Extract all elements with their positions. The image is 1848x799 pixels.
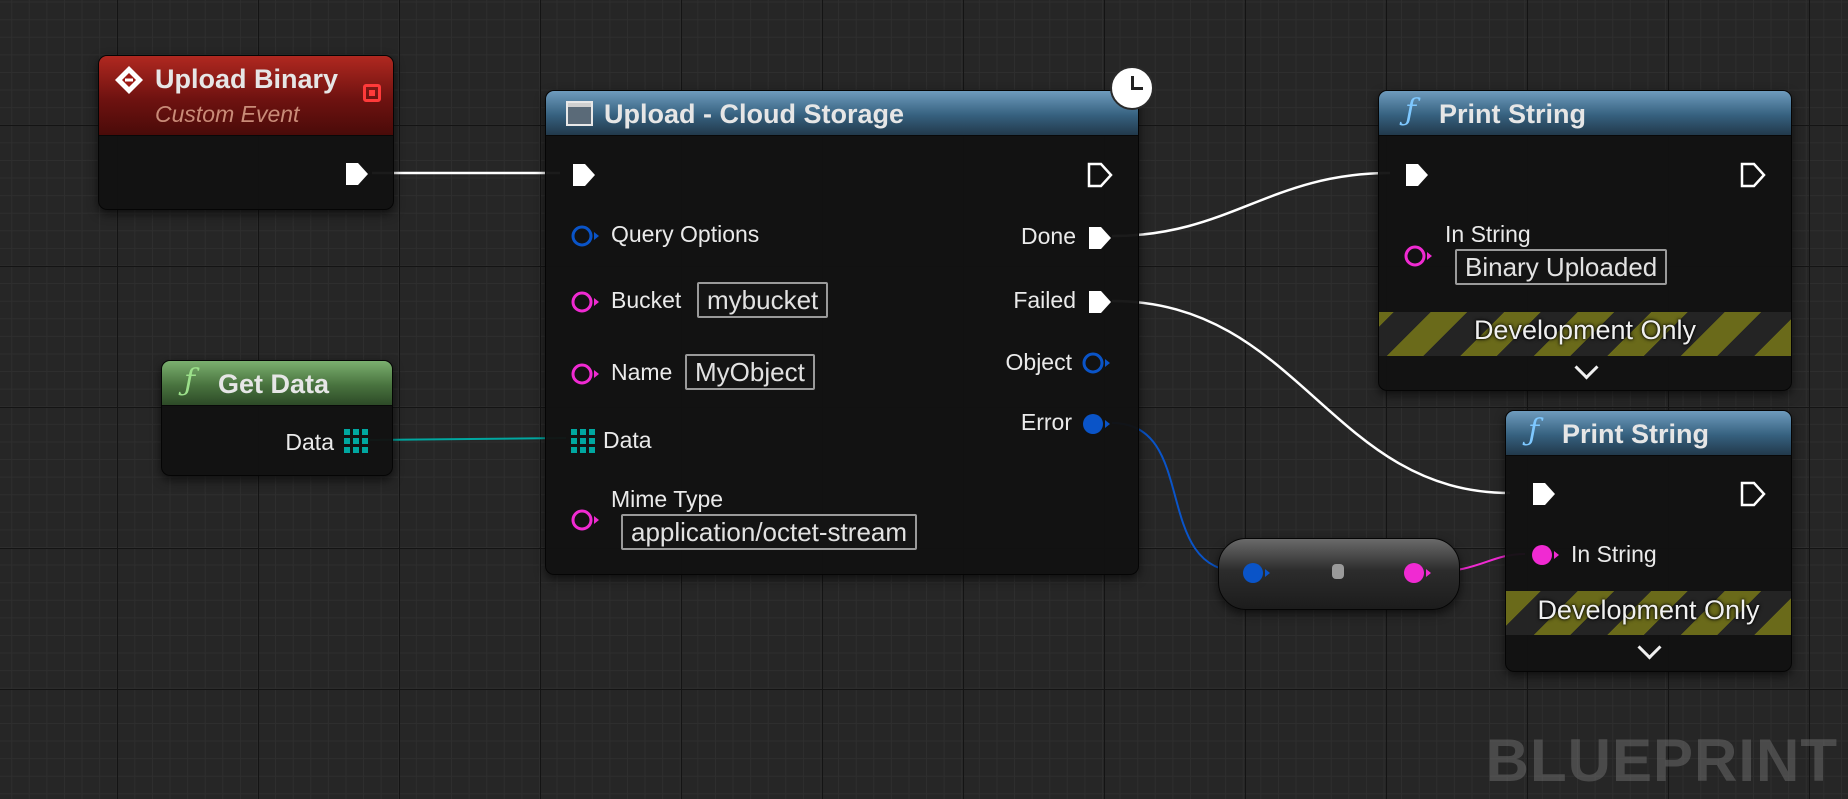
event-diamond-icon xyxy=(115,66,143,94)
node-window-icon xyxy=(566,101,593,126)
failed-exec-pin[interactable] xyxy=(1086,288,1114,316)
failed-label: Failed xyxy=(1013,287,1076,313)
object-pin[interactable] xyxy=(1081,351,1113,375)
in-string-pin[interactable] xyxy=(1403,244,1435,268)
bucket-label: Bucket xyxy=(611,287,682,313)
print-string-node-2[interactable]: ƒ Print String In String Development Onl… xyxy=(1505,410,1792,672)
exec-out-pin[interactable] xyxy=(1739,161,1767,189)
in-string-input[interactable]: Binary Uploaded xyxy=(1455,249,1668,285)
node-subtitle: Custom Event xyxy=(155,101,300,127)
name-label: Name xyxy=(611,359,673,385)
function-icon: ƒ xyxy=(1405,93,1417,128)
data-grid-out-pin[interactable] xyxy=(344,429,368,453)
data-input-label: Data xyxy=(603,427,652,453)
node-header[interactable]: Upload Binary Custom Event xyxy=(99,56,393,136)
development-only-label: Development Only xyxy=(1473,315,1697,345)
node-header[interactable]: Upload - Cloud Storage xyxy=(546,91,1138,136)
exec-in-pin[interactable] xyxy=(1403,161,1431,189)
node-header[interactable]: ƒ Print String xyxy=(1379,91,1791,136)
mime-type-label: Mime Type xyxy=(611,486,724,512)
print-string-node-1[interactable]: ƒ Print String In String Binary Uploaded… xyxy=(1378,90,1792,391)
conversion-node[interactable] xyxy=(1218,538,1460,610)
get-data-node[interactable]: ƒ Get Data Data xyxy=(161,360,393,476)
in-string-pin[interactable] xyxy=(1530,543,1562,567)
query-options-pin[interactable] xyxy=(570,224,602,248)
data-output-label: Data xyxy=(285,429,334,455)
node-header[interactable]: ƒ Get Data xyxy=(162,361,392,406)
function-icon: ƒ xyxy=(1528,413,1540,448)
bucket-pin[interactable] xyxy=(570,290,602,314)
chevron-down-icon[interactable] xyxy=(1574,355,1599,380)
error-pin[interactable] xyxy=(1081,412,1113,436)
done-exec-pin[interactable] xyxy=(1086,224,1114,252)
node-title: Get Data xyxy=(218,369,330,399)
conversion-in-pin[interactable] xyxy=(1241,561,1273,585)
conversion-node-icon xyxy=(1332,564,1344,579)
exec-in-pin[interactable] xyxy=(570,161,598,189)
chevron-down-icon[interactable] xyxy=(1637,635,1662,660)
name-input[interactable]: MyObject xyxy=(685,354,815,390)
exec-in-pin[interactable] xyxy=(1530,480,1558,508)
in-string-label: In String xyxy=(1445,221,1531,247)
data-grid-in-pin[interactable] xyxy=(571,429,595,453)
done-label: Done xyxy=(1021,223,1076,249)
exec-out-pin[interactable] xyxy=(1739,480,1767,508)
upload-binary-event-node[interactable]: Upload Binary Custom Event xyxy=(98,55,394,210)
data-wire-getdata-to-upload[interactable] xyxy=(369,437,567,441)
query-options-label: Query Options xyxy=(611,221,760,247)
node-title: Print String xyxy=(1439,99,1586,129)
in-string-label: In String xyxy=(1571,541,1657,567)
node-title: Upload - Cloud Storage xyxy=(604,99,904,129)
conversion-out-pin[interactable] xyxy=(1402,561,1434,585)
output-delegate-pin[interactable] xyxy=(363,84,381,102)
bucket-input[interactable]: mybucket xyxy=(697,282,829,318)
exec-wire-done-to-print1[interactable] xyxy=(1111,171,1391,238)
development-only-label: Development Only xyxy=(1537,595,1760,625)
exec-then-out-pin[interactable] xyxy=(1086,161,1114,189)
function-icon: ƒ xyxy=(184,363,196,398)
error-label: Error xyxy=(1020,409,1072,435)
exec-out-pin[interactable] xyxy=(343,160,371,188)
node-header[interactable]: ƒ Print String xyxy=(1506,411,1791,456)
mime-type-pin[interactable] xyxy=(570,508,602,532)
mime-type-input[interactable]: application/octet-stream xyxy=(621,514,918,550)
clock-icon xyxy=(1110,66,1154,110)
node-title: Print String xyxy=(1562,419,1709,449)
name-pin[interactable] xyxy=(570,362,602,386)
node-title: Upload Binary xyxy=(155,64,339,94)
upload-cloud-storage-node[interactable]: Upload - Cloud Storage Query Options Buc… xyxy=(545,90,1139,575)
object-label: Object xyxy=(1005,349,1072,375)
